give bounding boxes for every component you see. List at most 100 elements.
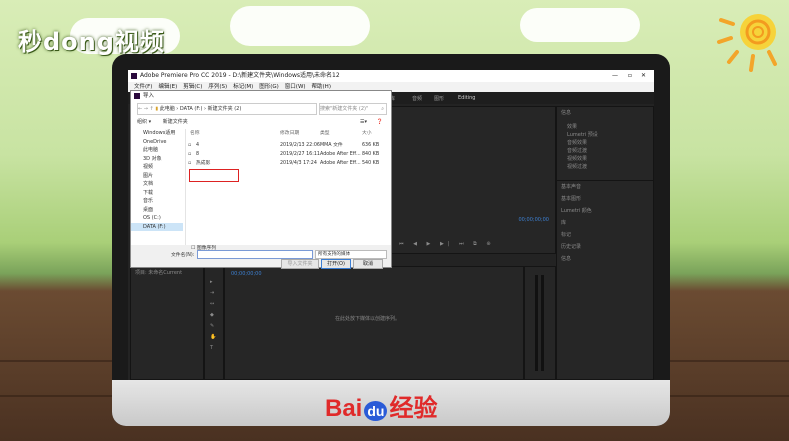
search-input[interactable]: 搜索"新建文件夹 (2)" ⌕ bbox=[319, 103, 387, 115]
file-row[interactable]: ▫ 8 2019/2/27 16:11 Adobe After Eff... 8… bbox=[186, 150, 390, 159]
highlight-box bbox=[189, 169, 239, 182]
minimize-button[interactable]: — bbox=[612, 70, 618, 82]
project-panel: 项目: 未命名Current bbox=[130, 266, 204, 380]
tab-editing[interactable]: Editing bbox=[458, 95, 475, 101]
import-folder-button[interactable]: 导入文件夹 bbox=[281, 259, 319, 269]
tools-panel: ▸ ⇥ ↔ ◆ ✎ ✋ T bbox=[204, 266, 224, 380]
timeline-panel: 00;00;00;00 在此处放下媒体以创建序列。 bbox=[224, 266, 524, 380]
help-icon[interactable]: ❓ bbox=[377, 117, 383, 127]
file-name: 热成影 bbox=[196, 161, 211, 166]
dialog-titlebar: 导入 bbox=[131, 91, 391, 101]
file-date: 2019/4/3 17:24 bbox=[280, 161, 317, 166]
organize-button[interactable]: 组织 ▾ bbox=[137, 119, 151, 125]
window-titlebar: Adobe Premiere Pro CC 2019 - D:\新建文件夹\Wi… bbox=[128, 70, 654, 82]
baidu-logo-cn: 经验 bbox=[389, 395, 438, 422]
maximize-button[interactable]: ▫ bbox=[628, 70, 632, 82]
dialog-app-icon bbox=[134, 93, 140, 99]
project-title: 项目: 未命名Current bbox=[135, 270, 183, 276]
nav-item-os-c[interactable]: OS (C:) bbox=[131, 214, 183, 223]
search-icon: ⌕ bbox=[381, 106, 384, 112]
nav-item-onedrive[interactable]: OneDrive bbox=[131, 138, 183, 147]
nav-item-pictures[interactable]: 图片 bbox=[131, 172, 183, 181]
premiere-app-icon bbox=[131, 72, 137, 79]
panel-markers[interactable]: 标记 bbox=[561, 231, 571, 238]
meter-bar-right bbox=[541, 275, 544, 371]
file-name: 4 bbox=[196, 143, 200, 148]
timecode-timeline: 00;00;00;00 bbox=[231, 271, 262, 277]
program-monitor: 00;00;00;00 ⏮ ◀ ▶ ▶| ⏭ ⧉ ⊕ bbox=[390, 106, 556, 254]
panel-essential-graphics[interactable]: 基本图形 bbox=[561, 195, 581, 202]
breadcrumb-data[interactable]: DATA (F:) bbox=[180, 106, 203, 112]
tree-video-transitions[interactable]: 视频过渡 bbox=[567, 163, 587, 170]
cancel-button[interactable]: 取消 bbox=[353, 259, 383, 269]
open-button[interactable]: 打开(O) bbox=[321, 259, 351, 269]
nav-item-desktop[interactable]: 桌面 bbox=[131, 206, 183, 215]
folder-icon: ▮ bbox=[155, 106, 159, 112]
file-row[interactable]: ▫ 4 2019/2/13 22:06 MMA 文件 636 KB bbox=[186, 141, 390, 150]
file-date: 2019/2/27 16:11 bbox=[280, 152, 320, 157]
nav-item-this-pc[interactable]: 此电脑 bbox=[131, 146, 183, 155]
nav-item-windows[interactable]: Windows适用 bbox=[131, 129, 183, 138]
breadcrumb-this-pc[interactable]: 此电脑 bbox=[160, 106, 175, 112]
file-icon: ▫ bbox=[188, 143, 192, 148]
import-dialog: 导入 ← → ↑ ▮ 此电脑 › DATA (F:) › 新建文件夹 (2) 搜… bbox=[130, 90, 392, 269]
tree-video-effects[interactable]: 视频效果 bbox=[567, 155, 587, 162]
transport-controls[interactable]: ⏮ ◀ ▶ ▶| ⏭ ⧉ ⊕ bbox=[399, 241, 495, 247]
dialog-footer: ☐ 图像序列 文件名(N): 所有支持的媒体 导入文件夹 打开(O) 取消 bbox=[131, 245, 391, 269]
tree-audio-effects[interactable]: 音频效果 bbox=[567, 139, 587, 146]
timeline-placeholder: 在此处放下媒体以创建序列。 bbox=[335, 316, 401, 322]
tree-audio-transitions[interactable]: 音频过渡 bbox=[567, 147, 587, 154]
tree-lumetri-presets[interactable]: Lumetri 预设 bbox=[567, 131, 598, 138]
panel-lumetri-color[interactable]: Lumetri 颜色 bbox=[561, 207, 592, 214]
column-size[interactable]: 大小 bbox=[362, 130, 372, 138]
file-type: Adobe After Eff... bbox=[320, 152, 361, 157]
watermark-logo: 秒dong视频 bbox=[18, 28, 165, 56]
panel-essential-sound[interactable]: 基本声音 bbox=[561, 183, 581, 190]
close-button[interactable]: ✕ bbox=[641, 70, 646, 82]
address-bar[interactable]: ← → ↑ ▮ 此电脑 › DATA (F:) › 新建文件夹 (2) bbox=[137, 103, 317, 115]
dialog-title: 导入 bbox=[143, 93, 155, 99]
baidu-logo: Bai du 经验 bbox=[325, 388, 437, 423]
nav-item-data-f[interactable]: DATA (F:) bbox=[131, 222, 183, 231]
nav-item-downloads[interactable]: 下载 bbox=[131, 189, 183, 198]
panel-title-info: 信息 bbox=[561, 110, 572, 116]
navigation-pane: Windows适用 OneDrive 此电脑 3D 对象 视频 图片 文档 下载… bbox=[131, 129, 183, 245]
panel-info[interactable]: 信息 bbox=[561, 255, 571, 262]
filename-label: 文件名(N): bbox=[171, 253, 195, 258]
window-title: Adobe Premiere Pro CC 2019 - D:\新建文件夹\Wi… bbox=[140, 72, 340, 79]
file-type: Adobe After Eff... bbox=[320, 161, 361, 166]
filetype-value: 所有支持的媒体 bbox=[318, 252, 351, 257]
panel-library[interactable]: 库 bbox=[561, 219, 566, 226]
timecode-program: 00;00;00;00 bbox=[518, 217, 549, 223]
meter-bar-left bbox=[535, 275, 538, 371]
file-name: 8 bbox=[196, 152, 200, 157]
cloud-right bbox=[520, 8, 640, 42]
file-size: 840 KB bbox=[362, 152, 380, 157]
tab-graphics[interactable]: 图形 bbox=[434, 95, 444, 102]
column-name[interactable]: 名称 bbox=[190, 130, 200, 138]
screen: Adobe Premiere Pro CC 2019 - D:\新建文件夹\Wi… bbox=[128, 70, 654, 380]
view-options-icon[interactable]: ☰▾ bbox=[360, 117, 367, 127]
nav-item-music[interactable]: 音乐 bbox=[131, 197, 183, 206]
tree-effect-presets[interactable]: 效果 bbox=[567, 123, 577, 130]
filename-input[interactable] bbox=[197, 250, 313, 259]
tool-icons[interactable]: ▸ ⇥ ↔ ◆ ✎ ✋ T bbox=[210, 277, 216, 354]
file-size: 540 KB bbox=[362, 161, 380, 166]
filetype-select[interactable]: 所有支持的媒体 bbox=[315, 250, 387, 259]
nav-item-videos[interactable]: 视频 bbox=[131, 163, 183, 172]
tab-audio[interactable]: 音频 bbox=[412, 95, 422, 102]
file-date: 2019/2/13 22:06 bbox=[280, 143, 320, 148]
baidu-paw-icon: du bbox=[364, 401, 388, 421]
file-row[interactable]: ▫ 热成影 2019/4/3 17:24 Adobe After Eff... … bbox=[186, 159, 390, 168]
audio-meter bbox=[524, 266, 556, 380]
file-size: 636 KB bbox=[362, 143, 380, 148]
new-folder-button[interactable]: 新建文件夹 bbox=[163, 119, 188, 125]
column-type[interactable]: 类型 bbox=[320, 130, 330, 138]
column-date[interactable]: 修改日期 bbox=[280, 130, 299, 138]
panel-history[interactable]: 历史记录 bbox=[561, 243, 581, 250]
file-list: 名称 修改日期 类型 大小 ▫ 4 2019/2/13 22:06 MMA 文件… bbox=[185, 129, 390, 245]
nav-item-documents[interactable]: 文档 bbox=[131, 180, 183, 189]
breadcrumb-new-folder[interactable]: 新建文件夹 (2) bbox=[208, 106, 242, 112]
nav-item-3d[interactable]: 3D 对象 bbox=[131, 155, 183, 164]
nav-arrows-icon[interactable]: ← → ↑ bbox=[138, 106, 154, 112]
